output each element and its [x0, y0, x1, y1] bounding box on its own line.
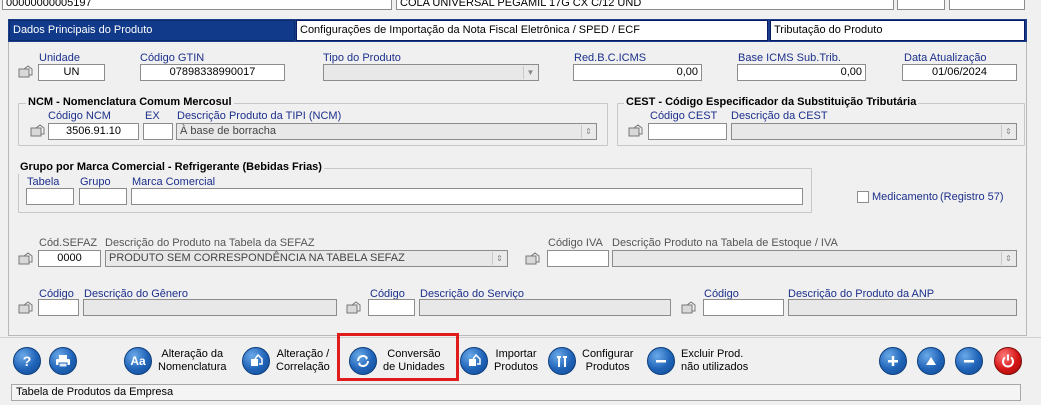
cest-codigo-label: Código CEST — [650, 110, 718, 122]
chevron-updown-icon[interactable]: ⇕ — [1001, 252, 1015, 265]
tools-icon — [548, 347, 576, 375]
alteracao-correlacao-label: Alteração / Correlação — [276, 348, 330, 373]
plus-icon — [879, 347, 907, 375]
cest-desc-field[interactable]: ⇕ — [731, 123, 1017, 140]
tabela-field[interactable] — [26, 188, 74, 205]
font-icon: Aa — [124, 347, 152, 375]
alteracao-nomenclatura-label: Alteração da Nomenclatura — [158, 348, 227, 373]
tab-dados-principais[interactable]: Dados Principais do Produto — [9, 20, 295, 41]
servico-desc-field[interactable] — [419, 299, 671, 316]
tab-configuracoes-importacao[interactable]: Configurações de Importação da Nota Fisc… — [296, 20, 768, 41]
lookup-icon[interactable] — [525, 252, 541, 266]
anp-codigo-field[interactable] — [703, 299, 784, 316]
edit-icon — [242, 347, 270, 375]
lookup-icon[interactable] — [18, 252, 34, 266]
base-icms-field[interactable]: 0,00 — [737, 64, 866, 81]
grupo-field[interactable] — [79, 188, 127, 205]
status-bar: Tabela de Produtos da Empresa — [11, 384, 1021, 401]
excluir-produtos-label: Excluir Prod. não utilizados — [681, 348, 749, 373]
print-button[interactable] — [49, 345, 77, 377]
power-icon — [994, 347, 1022, 375]
navigate-up-button[interactable] — [917, 345, 945, 377]
medicamento-checkbox[interactable] — [857, 191, 869, 203]
chevron-updown-icon[interactable]: ⇕ — [581, 125, 595, 138]
tab-tributacao[interactable]: Tributação do Produto — [770, 20, 1025, 41]
ncm-desc-field[interactable]: À base de borracha ⇕ — [176, 123, 597, 140]
marca-field[interactable] — [131, 188, 803, 205]
configurar-produtos-button[interactable]: Configurar Produtos — [548, 345, 633, 377]
cest-group-title: CEST - Código Especificador da Substitui… — [624, 96, 919, 109]
lookup-icon[interactable] — [18, 65, 34, 79]
header-extra-field-1[interactable] — [897, 0, 945, 10]
header-extra-field-2[interactable] — [949, 0, 1025, 10]
alteracao-correlacao-button[interactable]: Alteração / Correlação — [242, 345, 330, 377]
ncm-group-title: NCM - Nomenclatura Comum Mercosul — [26, 96, 234, 109]
gtin-field[interactable]: 07898338990017 — [140, 64, 285, 81]
anp-desc-field[interactable] — [788, 299, 1017, 316]
alteracao-nomenclatura-button[interactable]: Aa Alteração da Nomenclatura — [124, 345, 226, 377]
redbc-field[interactable]: 0,00 — [573, 64, 702, 81]
medicamento-label: Medicamento — [872, 191, 939, 203]
lookup-icon[interactable] — [18, 301, 34, 315]
lookup-icon[interactable] — [346, 301, 362, 315]
grupo-marca-title: Grupo por Marca Comercial - Refrigerante… — [18, 161, 324, 174]
iva-desc-label: Descrição Produto na Tabela de Estoque /… — [612, 237, 838, 249]
status-text: Tabela de Produtos da Empresa — [16, 386, 174, 398]
lookup-icon[interactable] — [30, 124, 46, 138]
ncm-codigo-field[interactable]: 3506.91.10 — [48, 123, 139, 140]
cest-codigo-field[interactable] — [648, 123, 727, 140]
highlight-box — [337, 333, 459, 381]
cest-desc-label: Descrição da CEST — [731, 110, 828, 122]
iva-desc-field[interactable]: ⇕ — [612, 250, 1017, 267]
genero-codigo-field[interactable] — [38, 299, 79, 316]
ncm-ex-field[interactable] — [143, 123, 173, 140]
sefaz-desc-value: PRODUTO SEM CORRESPONDÊNCIA NA TABELA SE… — [109, 252, 405, 264]
servico-codigo-field[interactable] — [368, 299, 415, 316]
power-button[interactable] — [994, 345, 1022, 377]
minus-icon — [955, 347, 983, 375]
help-button[interactable]: ? — [13, 345, 41, 377]
bottom-toolbar: ? Aa Alteração da Nomenclatura Alteração… — [0, 337, 1041, 382]
medicamento-registro: (Registro 57) — [940, 191, 1004, 203]
add-button[interactable] — [879, 345, 907, 377]
data-atualizacao-field[interactable]: 01/06/2024 — [902, 64, 1017, 81]
ncm-codigo-label: Código NCM — [48, 110, 111, 122]
unidade-field[interactable]: UN — [38, 64, 105, 81]
importar-produtos-button[interactable]: Importar Produtos — [460, 345, 538, 377]
printer-icon — [49, 347, 77, 375]
genero-desc-field[interactable] — [83, 299, 337, 316]
chevron-updown-icon[interactable]: ⇕ — [492, 252, 506, 265]
help-icon: ? — [13, 347, 41, 375]
excluir-produtos-button[interactable]: Excluir Prod. não utilizados — [647, 345, 748, 377]
remove-button[interactable] — [955, 345, 983, 377]
lookup-icon[interactable] — [628, 124, 644, 138]
tipo-produto-select[interactable]: ▼ — [323, 64, 539, 81]
ncm-desc-value: À base de borracha — [180, 125, 277, 137]
product-description-field[interactable]: COLA UNIVERSAL PEGAMIL 17G CX C/12 UND — [396, 0, 894, 10]
product-code-field[interactable]: 00000000005197 — [2, 0, 392, 10]
ncm-ex-label: EX — [145, 110, 160, 122]
iva-codigo-field[interactable] — [547, 250, 609, 267]
sefaz-codigo-field[interactable]: 0000 — [38, 250, 101, 267]
lookup-icon[interactable] — [681, 301, 697, 315]
chevron-updown-icon[interactable]: ⇕ — [1001, 125, 1015, 138]
sefaz-codigo-label: Cód.SEFAZ — [39, 237, 98, 249]
chevron-down-icon[interactable]: ▼ — [523, 66, 537, 79]
sefaz-desc-field[interactable]: PRODUTO SEM CORRESPONDÊNCIA NA TABELA SE… — [105, 250, 508, 267]
triangle-up-icon — [917, 347, 945, 375]
import-icon — [460, 347, 488, 375]
ncm-desc-label: Descrição Produto da TIPI (NCM) — [177, 110, 342, 122]
importar-produtos-label: Importar Produtos — [494, 348, 539, 373]
configurar-produtos-label: Configurar Produtos — [582, 348, 634, 373]
minus-icon — [647, 347, 675, 375]
sefaz-desc-label: Descrição do Produto na Tabela da SEFAZ — [105, 237, 315, 249]
iva-codigo-label: Código IVA — [548, 237, 603, 249]
